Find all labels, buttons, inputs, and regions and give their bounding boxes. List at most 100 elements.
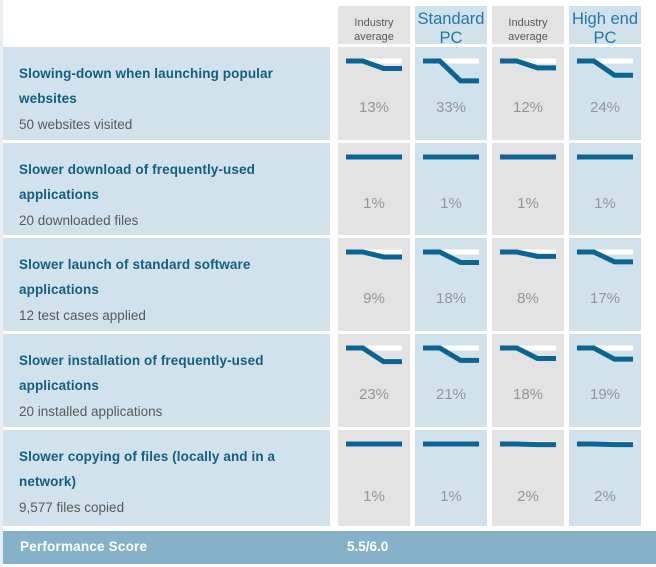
row-subtitle: 20 downloaded files: [19, 213, 139, 228]
sparkline: [346, 58, 402, 71]
sparkline-wrap: [569, 238, 641, 284]
metric-percent: 12%: [512, 99, 544, 116]
metric-percent: 23%: [358, 386, 390, 403]
sparkline-wrap: [492, 334, 564, 380]
row-subtitle: 50 websites visited: [19, 117, 133, 132]
sparkline: [346, 441, 402, 447]
metric-cell: 18%: [492, 334, 564, 427]
row-subtitle: 9,577 files copied: [19, 500, 125, 515]
column-header-label: Industry average: [354, 17, 394, 43]
row-label-cell: Slower installation of frequently-used a…: [3, 334, 330, 427]
sparkline-wrap: [338, 430, 410, 476]
metric-percent: 13%: [358, 99, 390, 116]
metric-cell: 1%: [569, 143, 641, 235]
table-row: Slowing-down when launching popular webs…: [0, 47, 656, 140]
sparkline-wrap: [415, 334, 487, 380]
column-header-label: Industry average: [508, 17, 548, 43]
sparkline: [423, 58, 479, 84]
metric-percent: 1%: [517, 195, 539, 212]
sparkline-wrap: [415, 143, 487, 189]
row-label-cell: Slower launch of standard software appli…: [3, 238, 330, 331]
sparkline: [423, 154, 479, 160]
sparkline: [500, 441, 556, 448]
sparkline: [500, 345, 556, 362]
sparkline: [500, 58, 556, 71]
metric-percent: 9%: [363, 290, 385, 307]
row-subtitle: 12 test cases applied: [19, 308, 146, 323]
row-label-cell: Slower download of frequently-used appli…: [3, 143, 330, 235]
metric-percent: 1%: [440, 195, 462, 212]
row-title: Slowing-down when launching popular webs…: [19, 66, 273, 106]
metric-percent: 21%: [435, 386, 467, 403]
sparkline: [346, 154, 402, 160]
row-label-cell: Slower copying of files (locally and in …: [3, 430, 330, 526]
metric-cell: 9%: [338, 238, 410, 331]
sparkline-wrap: [338, 334, 410, 380]
table-row: Slower installation of frequently-used a…: [0, 334, 656, 427]
column-header-2: Standard PC: [415, 6, 487, 44]
row-title: Slower launch of standard software appli…: [19, 257, 251, 297]
metric-percent: 18%: [512, 386, 544, 403]
column-header-3: Industry average: [492, 6, 564, 44]
sparkline: [500, 249, 556, 259]
metric-cell: 18%: [415, 238, 487, 331]
sparkline-wrap: [569, 334, 641, 380]
sparkline: [577, 345, 633, 362]
table-row: Slower download of frequently-used appli…: [0, 143, 656, 235]
metric-percent: 2%: [517, 488, 539, 505]
metric-cell: 19%: [569, 334, 641, 427]
sparkline: [346, 345, 402, 365]
metric-percent: 2%: [594, 488, 616, 505]
performance-score-value: 5.5/6.0: [347, 539, 389, 554]
metric-cell: 2%: [492, 430, 564, 526]
row-label-cell: Slowing-down when launching popular webs…: [3, 47, 330, 140]
row-subtitle: 20 installed applications: [19, 404, 163, 419]
sparkline: [577, 441, 633, 448]
column-header-4: High end PC: [569, 6, 641, 44]
header-blank-cell: [3, 0, 330, 44]
sparkline-wrap: [415, 430, 487, 476]
metric-cell: 1%: [338, 143, 410, 235]
sparkline: [500, 154, 556, 160]
metric-percent: 1%: [440, 488, 462, 505]
metric-cell: 24%: [569, 47, 641, 140]
table-row: Slower copying of files (locally and in …: [0, 430, 656, 526]
sparkline-wrap: [492, 430, 564, 476]
sparkline-wrap: [492, 47, 564, 93]
metric-cell: 12%: [492, 47, 564, 140]
sparkline-wrap: [415, 238, 487, 284]
metric-cell: 33%: [415, 47, 487, 140]
performance-score-bar: Performance Score 5.5/6.0: [3, 531, 656, 564]
metric-cell: 17%: [569, 238, 641, 331]
metric-cell: 1%: [415, 143, 487, 235]
column-header-1: Industry average: [338, 6, 410, 44]
table-row: Slower launch of standard software appli…: [0, 238, 656, 331]
sparkline: [577, 154, 633, 160]
metric-cell: 2%: [569, 430, 641, 526]
column-header-label: High end PC: [571, 10, 639, 44]
metric-percent: 1%: [594, 195, 616, 212]
performance-score-label: Performance Score: [20, 539, 148, 554]
sparkline-wrap: [569, 143, 641, 189]
metric-percent: 8%: [517, 290, 539, 307]
metric-cell: 8%: [492, 238, 564, 331]
metric-percent: 1%: [363, 195, 385, 212]
metric-cell: 13%: [338, 47, 410, 140]
row-title: Slower copying of files (locally and in …: [19, 449, 276, 489]
sparkline: [423, 249, 479, 266]
sparkline: [423, 345, 479, 363]
metric-percent: 18%: [435, 290, 467, 307]
metric-cell: 23%: [338, 334, 410, 427]
column-header-label: Standard PC: [417, 10, 485, 44]
sparkline-wrap: [415, 47, 487, 93]
row-title: Slower download of frequently-used appli…: [19, 162, 255, 202]
table-header-row: Industry average Standard PC Industry average…: [0, 0, 656, 44]
sparkline-wrap: [492, 238, 564, 284]
sparkline-wrap: [569, 47, 641, 93]
sparkline-wrap: [338, 143, 410, 189]
metric-cell: 1%: [415, 430, 487, 526]
metric-percent: 19%: [589, 386, 621, 403]
sparkline-wrap: [338, 47, 410, 93]
performance-impact-table: Industry average Standard PC Industry average…: [0, 0, 656, 567]
sparkline: [346, 249, 402, 260]
